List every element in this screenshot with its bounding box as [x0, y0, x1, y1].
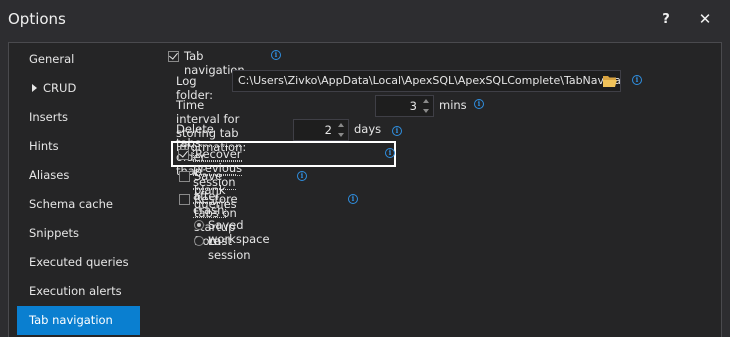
saved-workspace-radio[interactable] [194, 220, 204, 230]
info-icon[interactable]: i [348, 194, 358, 204]
folder-open-icon[interactable] [602, 75, 618, 88]
last-session-label: Last session [208, 234, 251, 262]
restore-tabs-checkbox[interactable] [179, 194, 190, 205]
tab-navigation-checkbox[interactable] [168, 51, 179, 62]
help-button[interactable]: ? [655, 8, 677, 30]
info-icon[interactable]: i [385, 148, 395, 158]
info-icon[interactable]: i [392, 126, 402, 136]
sidebar-item-label: General [29, 52, 75, 66]
spinner-arrows-icon[interactable] [421, 97, 432, 115]
window-title: Options [8, 10, 66, 28]
sidebar-item-label: Inserts [29, 110, 68, 124]
time-interval-unit: mins [439, 98, 467, 112]
sidebar-item-label: Snippets [29, 226, 79, 240]
time-interval-stepper[interactable]: 3 [375, 95, 434, 117]
options-sidebar: General CRUD Inserts Hints Aliases Schem… [9, 43, 141, 337]
sidebar-item-hints[interactable]: Hints [17, 132, 140, 161]
sidebar-item-crud[interactable]: CRUD [17, 74, 140, 103]
info-icon[interactable]: i [297, 171, 307, 181]
sidebar-item-inserts[interactable]: Inserts [17, 103, 140, 132]
spinner-arrows-icon[interactable] [336, 121, 347, 139]
close-button[interactable]: ✕ [694, 8, 716, 30]
info-icon[interactable]: i [632, 75, 642, 85]
sidebar-item-executed-queries[interactable]: Executed queries [17, 248, 140, 277]
sidebar-item-schema-cache[interactable]: Schema cache [17, 190, 140, 219]
sidebar-item-tab-navigation[interactable]: Tab navigation [17, 306, 140, 335]
expand-arrow-icon[interactable] [32, 83, 37, 92]
title-bar: Options ? ✕ [0, 0, 730, 38]
sidebar-item-aliases[interactable]: Aliases [17, 161, 140, 190]
sidebar-item-label: CRUD [43, 81, 77, 95]
save-blank-queries-checkbox[interactable] [179, 171, 190, 182]
recover-session-checkbox[interactable] [178, 149, 189, 160]
time-interval-value: 3 [409, 99, 417, 113]
last-session-radio[interactable] [194, 236, 204, 246]
sidebar-item-label: Schema cache [29, 197, 113, 211]
delete-tabs-unit: days [354, 122, 382, 136]
sidebar-item-label: Executed queries [29, 255, 129, 269]
sidebar-item-general[interactable]: General [17, 45, 140, 74]
sidebar-item-label: Hints [29, 139, 59, 153]
sidebar-item-label: Aliases [29, 168, 70, 182]
info-icon[interactable]: i [474, 99, 484, 109]
delete-tabs-stepper[interactable]: 2 [293, 119, 349, 141]
info-icon[interactable]: i [271, 50, 281, 60]
log-folder-input[interactable]: C:\Users\Zivko\AppData\Local\ApexSQL\Ape… [232, 70, 621, 92]
sidebar-item-execution-alerts[interactable]: Execution alerts [17, 277, 140, 306]
sidebar-item-label: Execution alerts [29, 284, 122, 298]
sidebar-item-label: Tab navigation [29, 313, 113, 327]
delete-tabs-value: 2 [324, 123, 332, 137]
sidebar-item-snippets[interactable]: Snippets [17, 219, 140, 248]
